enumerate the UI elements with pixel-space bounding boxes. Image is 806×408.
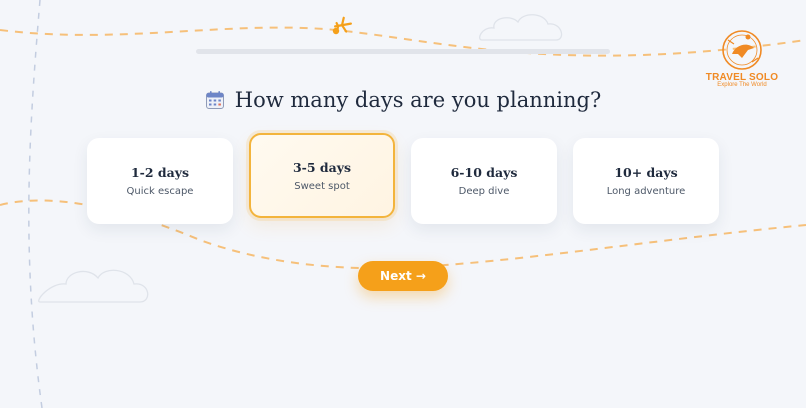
option-subtitle: Deep dive [458,186,510,197]
option-title: 1-2 days [130,165,190,180]
option-title: 10+ days [614,165,678,180]
option-subtitle: Long adventure [606,186,686,197]
cloud-bottom-left [38,269,149,303]
cloud-top-right [479,14,563,41]
calendar-icon [205,91,224,109]
option-subtitle: Quick escape [126,186,194,197]
duration-options: 1-2 days Quick escape 3-5 days Sweet spo… [87,133,719,224]
option-card-6-10-days[interactable]: 6-10 days Deep dive [411,138,557,224]
option-card-10-plus-days[interactable]: 10+ days Long adventure [573,138,719,224]
option-title: 6-10 days [450,165,518,180]
progress-bar [196,49,610,54]
next-button[interactable]: Next → [358,261,448,291]
question-text: How many days are you planning? [234,88,602,112]
option-card-1-2-days[interactable]: 1-2 days Quick escape [87,138,233,224]
left-dashed-line [28,0,43,408]
question-heading: How many days are you planning? [0,88,806,112]
option-card-3-5-days[interactable]: 3-5 days Sweet spot [249,133,395,218]
option-title: 3-5 days [292,159,352,175]
option-subtitle: Sweet spot [294,180,350,192]
